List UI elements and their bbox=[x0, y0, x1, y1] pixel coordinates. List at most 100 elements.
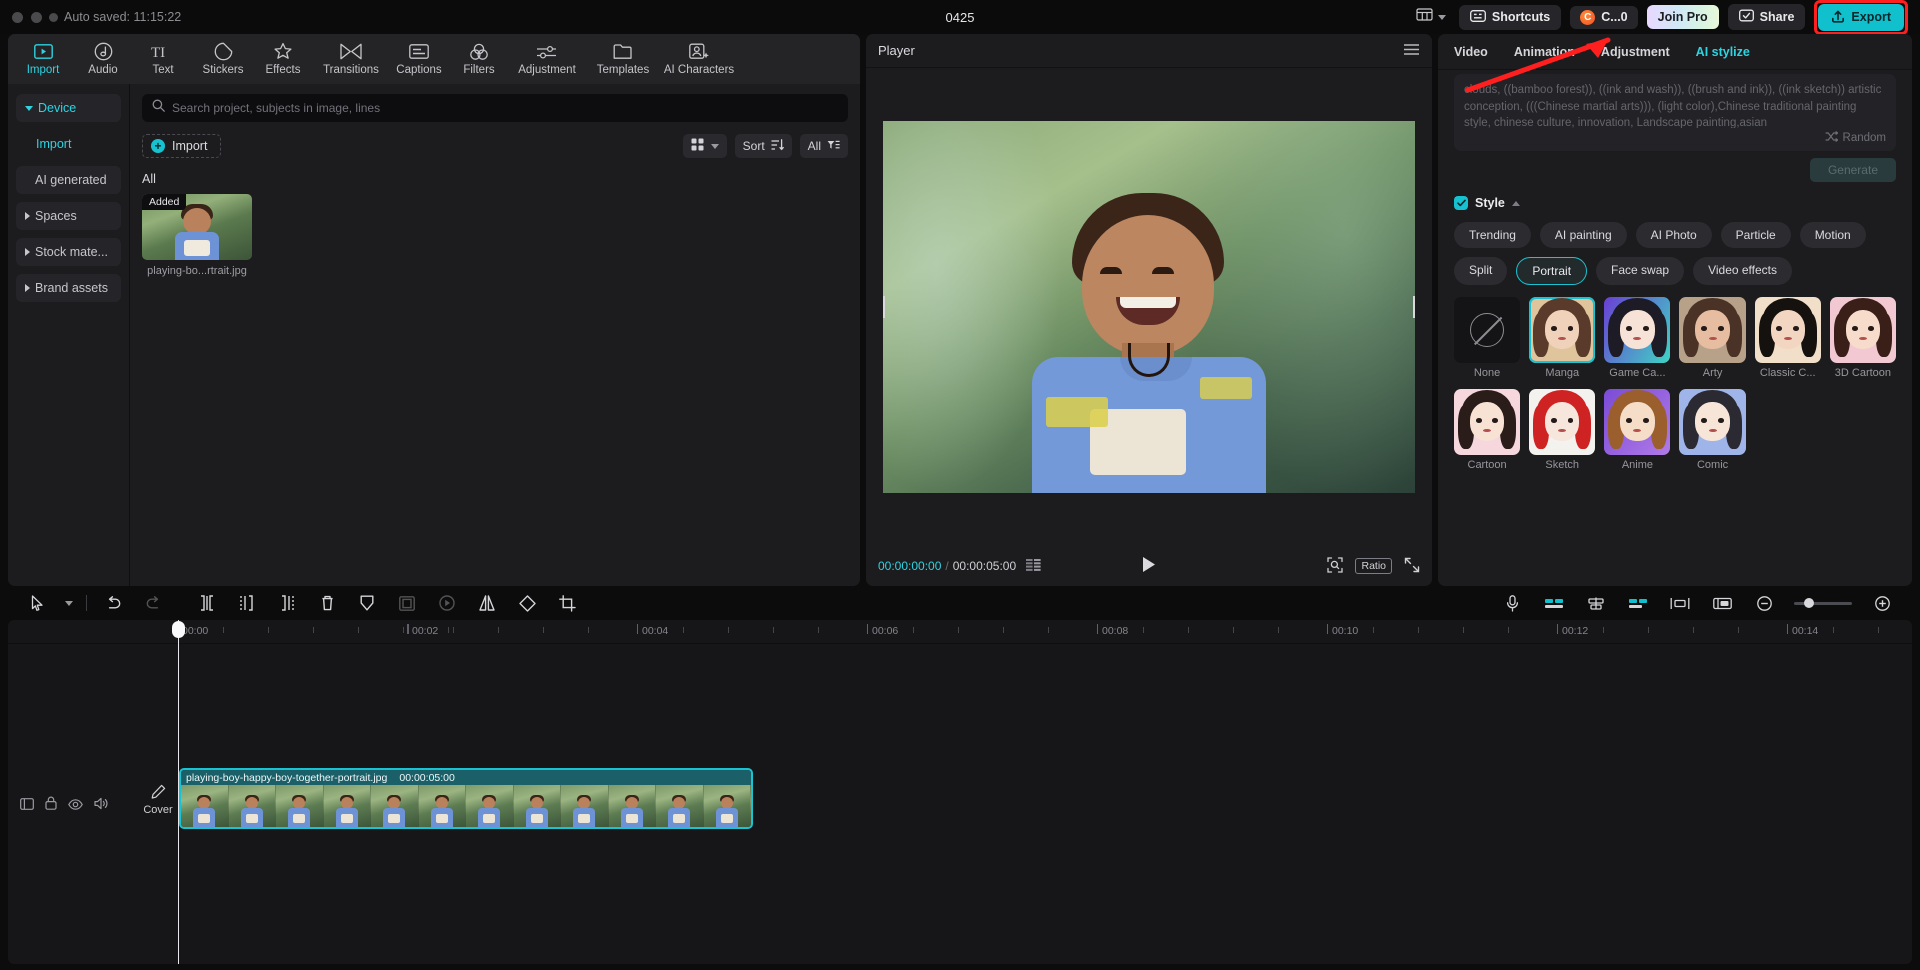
module-tab-ai-characters[interactable]: AI Characters bbox=[662, 36, 736, 82]
split-middle-icon[interactable] bbox=[227, 588, 267, 618]
style-section-header[interactable]: Style bbox=[1454, 196, 1896, 210]
zoom-slider[interactable] bbox=[1794, 602, 1852, 605]
media-item[interactable]: Added playing-bo...rtrait.jpg bbox=[142, 194, 252, 277]
style-category-ai-painting[interactable]: AI painting bbox=[1540, 222, 1627, 248]
microphone-icon[interactable] bbox=[1492, 588, 1532, 618]
style-preset-manga[interactable]: Manga bbox=[1529, 297, 1595, 379]
style-preset-anime[interactable]: Anime bbox=[1604, 389, 1670, 471]
module-tab-effects[interactable]: Effects bbox=[254, 36, 312, 82]
playhead[interactable] bbox=[178, 620, 179, 964]
style-category-video-effects[interactable]: Video effects bbox=[1693, 257, 1792, 285]
filter-button[interactable]: All bbox=[800, 134, 848, 158]
nav-item-ai-generated[interactable]: AI generated bbox=[16, 166, 121, 194]
nav-item-import[interactable]: Import bbox=[16, 130, 121, 158]
style-preset-3d-cartoon[interactable]: 3D Cartoon bbox=[1830, 297, 1896, 379]
align-left-icon[interactable] bbox=[1534, 588, 1574, 618]
join-pro-button[interactable]: Join Pro bbox=[1647, 5, 1719, 29]
style-category-motion[interactable]: Motion bbox=[1800, 222, 1866, 248]
nav-item-device[interactable]: Device bbox=[16, 94, 121, 122]
timeline-clip[interactable]: playing-boy-happy-boy-together-portrait.… bbox=[179, 768, 753, 829]
delete-trash-icon[interactable] bbox=[307, 588, 347, 618]
nav-item-brand-assets[interactable]: Brand assets bbox=[16, 274, 121, 302]
style-preset-classic-cartoon[interactable]: Classic C... bbox=[1755, 297, 1821, 379]
generate-button[interactable]: Generate bbox=[1810, 158, 1896, 182]
tab-ai-stylize[interactable]: AI stylize bbox=[1696, 45, 1750, 59]
video-preview-frame[interactable] bbox=[883, 121, 1415, 493]
module-tab-stickers[interactable]: Stickers bbox=[194, 36, 252, 82]
module-tab-text[interactable]: TI Text bbox=[134, 36, 192, 82]
mirror-flip-icon[interactable] bbox=[467, 588, 507, 618]
module-tab-templates[interactable]: Templates bbox=[586, 36, 660, 82]
zoom-fit-icon[interactable] bbox=[1327, 557, 1343, 576]
speaker-mute-icon[interactable] bbox=[94, 797, 109, 815]
view-mode-button[interactable] bbox=[683, 134, 727, 158]
playhead-handle[interactable] bbox=[172, 621, 185, 638]
random-prompt-button[interactable]: Random bbox=[1825, 131, 1886, 145]
module-tab-captions[interactable]: Captions bbox=[390, 36, 448, 82]
play-icon[interactable] bbox=[1141, 556, 1157, 576]
share-button[interactable]: Share bbox=[1728, 4, 1806, 30]
undo-icon[interactable] bbox=[93, 588, 133, 618]
split-right-icon[interactable] bbox=[267, 588, 307, 618]
media-thumbnail[interactable]: Added bbox=[142, 194, 252, 260]
track-expand-icon[interactable] bbox=[20, 797, 34, 815]
style-category-portrait[interactable]: Portrait bbox=[1516, 257, 1587, 285]
style-category-particle[interactable]: Particle bbox=[1721, 222, 1791, 248]
media-search-bar[interactable] bbox=[142, 94, 848, 122]
tab-adjustment[interactable]: Adjustment bbox=[1601, 45, 1670, 59]
chevron-up-icon[interactable] bbox=[1512, 201, 1520, 206]
hamburger-menu-icon[interactable] bbox=[1403, 43, 1420, 59]
mask-shield-icon[interactable] bbox=[347, 588, 387, 618]
shortcuts-button[interactable]: Shortcuts bbox=[1459, 5, 1561, 30]
style-category-split[interactable]: Split bbox=[1454, 257, 1507, 285]
crop-handle-right[interactable] bbox=[1413, 296, 1415, 318]
credits-button[interactable]: C C...0 bbox=[1570, 6, 1637, 29]
module-tab-filters[interactable]: Filters bbox=[450, 36, 508, 82]
rotate-icon[interactable] bbox=[507, 588, 547, 618]
timeline-ruler[interactable]: 00:00 00:02 00:04 00:06 00:08 00:10 00:1… bbox=[8, 620, 1912, 644]
keyframe-play-icon[interactable] bbox=[427, 588, 467, 618]
marker-icon[interactable] bbox=[1702, 588, 1742, 618]
align-center-icon[interactable] bbox=[1576, 588, 1616, 618]
fullscreen-icon[interactable] bbox=[1404, 557, 1420, 576]
tool-dropdown-caret-icon[interactable] bbox=[58, 588, 80, 618]
align-right-icon[interactable] bbox=[1618, 588, 1658, 618]
zoom-slider-knob[interactable] bbox=[1804, 598, 1814, 608]
minimize-window-icon[interactable] bbox=[31, 12, 42, 23]
tab-animation[interactable]: Animation bbox=[1514, 45, 1575, 59]
module-tab-import[interactable]: Import bbox=[14, 36, 72, 82]
style-preset-sketch[interactable]: Sketch bbox=[1529, 389, 1595, 471]
style-preset-arty[interactable]: Arty bbox=[1679, 297, 1745, 379]
prompt-box[interactable]: clouds, ((bamboo forest)), ((ink and was… bbox=[1454, 74, 1896, 151]
redo-icon[interactable] bbox=[133, 588, 173, 618]
cover-button[interactable]: Cover bbox=[140, 784, 176, 816]
distribute-icon[interactable] bbox=[1660, 588, 1700, 618]
eye-visibility-icon[interactable] bbox=[68, 797, 83, 815]
crop-handle-left[interactable] bbox=[883, 296, 885, 318]
style-category-ai-photo[interactable]: AI Photo bbox=[1636, 222, 1712, 248]
export-button[interactable]: Export bbox=[1818, 4, 1904, 31]
style-preset-none[interactable]: None bbox=[1454, 297, 1520, 379]
zoom-in-icon[interactable] bbox=[1862, 588, 1902, 618]
window-traffic-lights[interactable] bbox=[12, 12, 42, 23]
search-input[interactable] bbox=[172, 101, 838, 115]
freeze-frame-icon[interactable] bbox=[387, 588, 427, 618]
timeline-canvas[interactable]: 00:00 00:02 00:04 00:06 00:08 00:10 00:1… bbox=[8, 620, 1912, 964]
import-media-button[interactable]: + Import bbox=[142, 134, 221, 158]
module-tab-audio[interactable]: Audio bbox=[74, 36, 132, 82]
style-preset-comic[interactable]: Comic bbox=[1679, 389, 1745, 471]
zoom-out-icon[interactable] bbox=[1744, 588, 1784, 618]
tab-video[interactable]: Video bbox=[1454, 45, 1488, 59]
style-preset-cartoon[interactable]: Cartoon bbox=[1454, 389, 1520, 471]
layout-switch-button[interactable] bbox=[1412, 5, 1450, 29]
style-preset-game-cartoon[interactable]: Game Ca... bbox=[1604, 297, 1670, 379]
select-cursor-icon[interactable] bbox=[18, 588, 58, 618]
sort-button[interactable]: Sort bbox=[735, 134, 792, 158]
crop-icon[interactable] bbox=[547, 588, 587, 618]
style-category-face-swap[interactable]: Face swap bbox=[1596, 257, 1684, 285]
style-checkbox[interactable] bbox=[1454, 196, 1468, 210]
module-tab-transitions[interactable]: Transitions bbox=[314, 36, 388, 82]
module-tab-adjustment[interactable]: Adjustment bbox=[510, 36, 584, 82]
ratio-button[interactable]: Ratio bbox=[1355, 558, 1392, 574]
nav-item-spaces[interactable]: Spaces bbox=[16, 202, 121, 230]
